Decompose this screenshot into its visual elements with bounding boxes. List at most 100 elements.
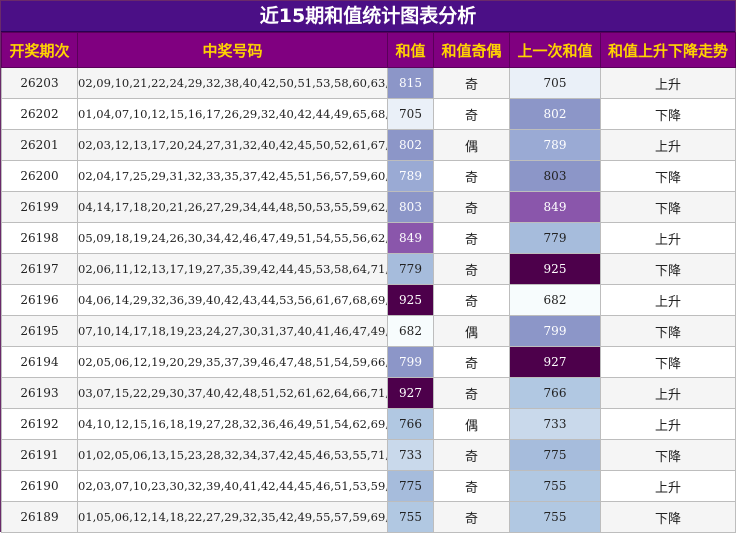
sum-parity-cell: 奇 [433,191,510,223]
winning-numbers-cell: 02,03,12,13,17,20,24,27,31,32,40,42,45,5… [77,129,388,161]
period-cell: 26201 [1,129,78,161]
sum-cell: 815 [387,67,434,99]
sum-parity-cell: 奇 [433,98,510,130]
sum-parity-cell: 奇 [433,222,510,254]
sum-parity-cell: 奇 [433,346,510,378]
sum-cell: 755 [387,501,434,533]
page-title: 近15期和值统计图表分析 [1,1,735,32]
sum-cell: 803 [387,191,434,223]
winning-numbers-cell: 01,02,05,06,13,15,23,28,32,34,37,42,45,4… [77,439,388,471]
sum-parity-cell: 奇 [433,253,510,285]
sum-trend-cell: 下降 [600,501,736,533]
table-header-row: 开奖期次 中奖号码 和值 和值奇偶 上一次和值 和值上升下降走势 [1,32,736,68]
header-previous-sum: 上一次和值 [509,32,601,68]
sum-trend-cell: 下降 [600,191,736,223]
previous-sum-cell: 799 [509,315,601,347]
sum-trend-cell: 下降 [600,346,736,378]
table-row: 26189 01,05,06,12,14,18,22,27,29,32,35,42… [1,501,736,533]
previous-sum-cell: 849 [509,191,601,223]
lottery-sum-table-panel: 近15期和值统计图表分析 开奖期次 中奖号码 和值 和值奇偶 上一次和值 和值上… [0,0,736,533]
sum-parity-cell: 偶 [433,315,510,347]
sum-trend-cell: 上升 [600,284,736,316]
sum-cell: 849 [387,222,434,254]
table-row: 26191 01,02,05,06,13,15,23,28,32,34,37,42… [1,439,736,471]
period-cell: 26189 [1,501,78,533]
table-row: 26203 02,09,10,21,22,24,29,32,38,40,42,50… [1,67,736,99]
winning-numbers-cell: 04,14,17,18,20,21,26,27,29,34,44,48,50,5… [77,191,388,223]
sum-analysis-table: 开奖期次 中奖号码 和值 和值奇偶 上一次和值 和值上升下降走势 26203 02… [1,32,736,533]
sum-trend-cell: 下降 [600,253,736,285]
winning-numbers-cell: 04,10,12,15,16,18,19,27,28,32,36,46,49,5… [77,408,388,440]
sum-cell: 705 [387,98,434,130]
previous-sum-cell: 733 [509,408,601,440]
sum-parity-cell: 奇 [433,160,510,192]
sum-parity-cell: 奇 [433,284,510,316]
winning-numbers-cell: 02,05,06,12,19,20,29,35,37,39,46,47,48,5… [77,346,388,378]
table-row: 26200 02,04,17,25,29,31,32,33,35,37,42,45… [1,160,736,192]
winning-numbers-cell: 03,07,15,22,29,30,37,40,42,48,51,52,61,6… [77,377,388,409]
sum-trend-cell: 上升 [600,377,736,409]
period-cell: 26194 [1,346,78,378]
previous-sum-cell: 705 [509,67,601,99]
period-cell: 26190 [1,470,78,502]
table-row: 26195 07,10,14,17,18,19,23,24,27,30,31,37… [1,315,736,347]
winning-numbers-cell: 01,05,06,12,14,18,22,27,29,32,35,42,49,5… [77,501,388,533]
table-row: 26196 04,06,14,29,32,36,39,40,42,43,44,53… [1,284,736,316]
header-winning-numbers: 中奖号码 [77,32,388,68]
period-cell: 26193 [1,377,78,409]
winning-numbers-cell: 04,06,14,29,32,36,39,40,42,43,44,53,56,6… [77,284,388,316]
sum-parity-cell: 奇 [433,377,510,409]
sum-trend-cell: 上升 [600,129,736,161]
sum-cell: 927 [387,377,434,409]
sum-parity-cell: 奇 [433,501,510,533]
winning-numbers-cell: 02,09,10,21,22,24,29,32,38,40,42,50,51,5… [77,67,388,99]
previous-sum-cell: 802 [509,98,601,130]
sum-parity-cell: 偶 [433,408,510,440]
table-body: 26203 02,09,10,21,22,24,29,32,38,40,42,50… [1,67,736,533]
period-cell: 26195 [1,315,78,347]
period-cell: 26196 [1,284,78,316]
sum-cell: 925 [387,284,434,316]
table-row: 26193 03,07,15,22,29,30,37,40,42,48,51,52… [1,377,736,409]
sum-cell: 789 [387,160,434,192]
sum-parity-cell: 奇 [433,67,510,99]
sum-cell: 682 [387,315,434,347]
table-row: 26202 01,04,07,10,12,15,16,17,26,29,32,40… [1,98,736,130]
sum-cell: 779 [387,253,434,285]
winning-numbers-cell: 01,04,07,10,12,15,16,17,26,29,32,40,42,4… [77,98,388,130]
period-cell: 26198 [1,222,78,254]
sum-parity-cell: 偶 [433,129,510,161]
winning-numbers-cell: 02,03,07,10,23,30,32,39,40,41,42,44,45,4… [77,470,388,502]
table-row: 26201 02,03,12,13,17,20,24,27,31,32,40,42… [1,129,736,161]
sum-cell: 775 [387,470,434,502]
previous-sum-cell: 779 [509,222,601,254]
winning-numbers-cell: 02,06,11,12,13,17,19,27,35,39,42,44,45,5… [77,253,388,285]
header-period: 开奖期次 [1,32,78,68]
sum-cell: 766 [387,408,434,440]
winning-numbers-cell: 07,10,14,17,18,19,23,24,27,30,31,37,40,4… [77,315,388,347]
sum-parity-cell: 奇 [433,470,510,502]
period-cell: 26191 [1,439,78,471]
sum-trend-cell: 下降 [600,160,736,192]
header-sum-parity: 和值奇偶 [433,32,510,68]
previous-sum-cell: 755 [509,501,601,533]
previous-sum-cell: 789 [509,129,601,161]
table-row: 26197 02,06,11,12,13,17,19,27,35,39,42,44… [1,253,736,285]
previous-sum-cell: 927 [509,346,601,378]
period-cell: 26203 [1,67,78,99]
winning-numbers-cell: 02,04,17,25,29,31,32,33,35,37,42,45,51,5… [77,160,388,192]
sum-trend-cell: 上升 [600,470,736,502]
table-row: 26198 05,09,18,19,24,26,30,34,42,46,47,49… [1,222,736,254]
sum-trend-cell: 下降 [600,439,736,471]
sum-trend-cell: 下降 [600,98,736,130]
period-cell: 26197 [1,253,78,285]
table-row: 26192 04,10,12,15,16,18,19,27,28,32,36,46… [1,408,736,440]
previous-sum-cell: 775 [509,439,601,471]
sum-trend-cell: 上升 [600,67,736,99]
period-cell: 26200 [1,160,78,192]
previous-sum-cell: 925 [509,253,601,285]
header-sum: 和值 [387,32,434,68]
table-row: 26194 02,05,06,12,19,20,29,35,37,39,46,47… [1,346,736,378]
period-cell: 26199 [1,191,78,223]
previous-sum-cell: 803 [509,160,601,192]
